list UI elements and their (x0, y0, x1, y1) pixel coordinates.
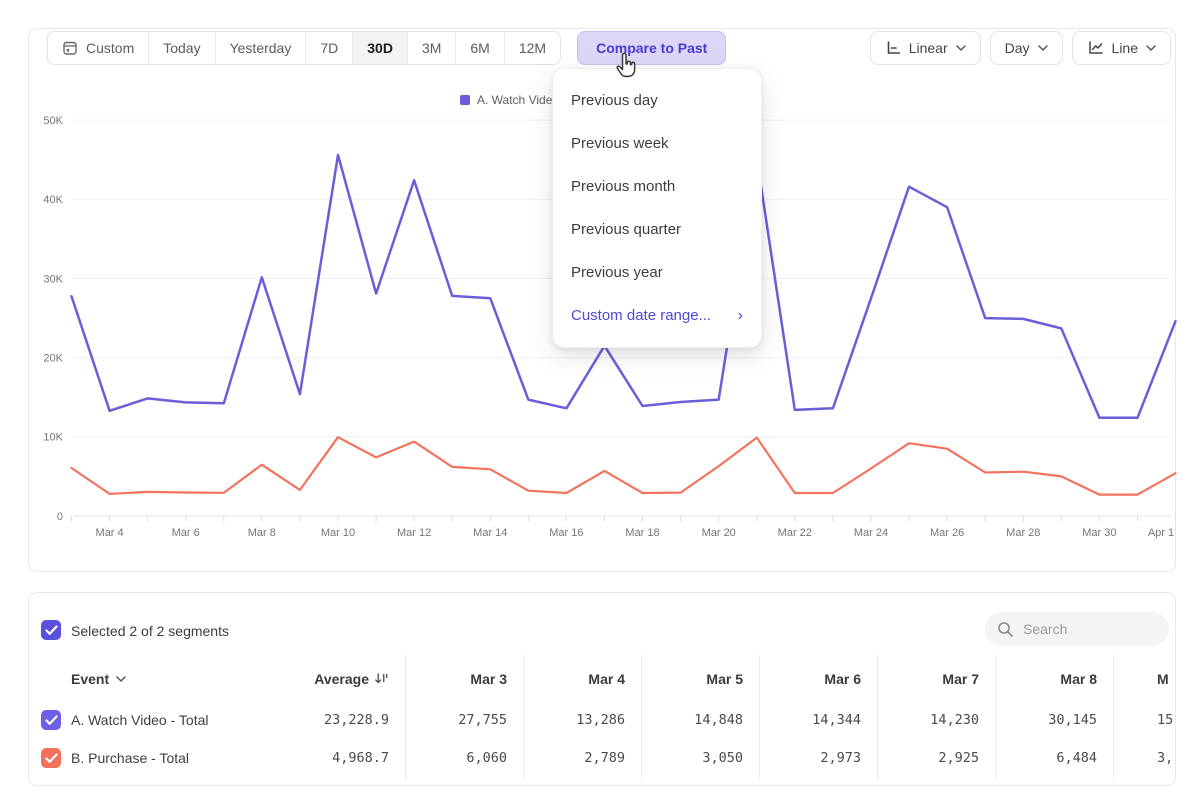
legend-swatch (460, 95, 470, 105)
svg-text:Mar 8: Mar 8 (248, 527, 276, 539)
select-all-checkbox[interactable] (41, 620, 61, 640)
cell-value: 6,484 (1056, 750, 1097, 766)
check-icon (45, 625, 58, 636)
average-column-header[interactable]: Average (314, 671, 389, 687)
cell-value: 27,755 (458, 712, 507, 728)
svg-text:40K: 40K (43, 194, 63, 206)
svg-text:0: 0 (57, 511, 63, 523)
column-separator (641, 655, 642, 781)
event-header-label: Event (71, 671, 109, 687)
svg-text:Mar 20: Mar 20 (702, 527, 736, 539)
segment-checkbox[interactable] (41, 710, 61, 730)
date-column-header[interactable]: Mar 6 (824, 671, 861, 687)
date-column-header[interactable]: Mar 3 (470, 671, 507, 687)
segment-name: B. Purchase - Total (71, 750, 189, 766)
menu-item-custom-date-range[interactable]: Custom date range... › (553, 294, 761, 337)
check-icon (45, 715, 58, 726)
svg-text:Mar 26: Mar 26 (930, 527, 964, 539)
menu-item-previous-month[interactable]: Previous month (553, 165, 761, 208)
check-icon (45, 753, 58, 764)
column-separator (759, 655, 760, 781)
clipped-cell-value: 3, (1157, 750, 1173, 766)
sort-descending-icon (374, 672, 389, 686)
menu-item-previous-day[interactable]: Previous day (553, 79, 761, 122)
average-value: 23,228.9 (324, 712, 389, 728)
svg-text:Apr 1: Apr 1 (1148, 527, 1174, 539)
date-column-header[interactable]: Mar 8 (1060, 671, 1097, 687)
cell-value: 14,230 (930, 712, 979, 728)
svg-text:Mar 18: Mar 18 (625, 527, 659, 539)
segments-table-card: Selected 2 of 2 segments Event Average Mar… (28, 592, 1176, 786)
cell-value: 2,789 (584, 750, 625, 766)
event-column-header[interactable]: Event (71, 671, 126, 687)
svg-text:Mar 12: Mar 12 (397, 527, 431, 539)
svg-text:50K: 50K (43, 115, 63, 127)
date-column-header[interactable]: Mar 7 (942, 671, 979, 687)
segment-name: A. Watch Video - Total (71, 712, 208, 728)
segments-header: Selected 2 of 2 segments (29, 593, 1175, 653)
svg-text:Mar 14: Mar 14 (473, 527, 507, 539)
column-separator (877, 655, 878, 781)
svg-text:Mar 16: Mar 16 (549, 527, 583, 539)
svg-text:30K: 30K (43, 273, 63, 285)
menu-item-previous-quarter[interactable]: Previous quarter (553, 208, 761, 251)
cell-value: 2,973 (820, 750, 861, 766)
chevron-right-icon: › (738, 308, 743, 324)
svg-text:Mar 28: Mar 28 (1006, 527, 1040, 539)
segment-checkbox[interactable] (41, 748, 61, 768)
cell-value: 14,344 (812, 712, 861, 728)
svg-text:10K: 10K (43, 432, 63, 444)
chevron-down-icon (116, 676, 126, 682)
clipped-cell-value: 15, (1157, 712, 1176, 728)
column-separator (1113, 655, 1114, 781)
svg-text:20K: 20K (43, 353, 63, 365)
column-separator (523, 655, 524, 781)
cell-value: 3,050 (702, 750, 743, 766)
cell-value: 30,145 (1048, 712, 1097, 728)
compare-to-past-menu: Previous dayPrevious weekPrevious monthP… (552, 68, 762, 348)
cell-value: 2,925 (938, 750, 979, 766)
search-icon (997, 621, 1014, 638)
cell-value: 13,286 (576, 712, 625, 728)
svg-text:Mar 30: Mar 30 (1082, 527, 1116, 539)
column-separator (995, 655, 996, 781)
column-separator (405, 655, 406, 781)
custom-date-range-label: Custom date range... (571, 307, 711, 324)
date-column-header[interactable]: Mar 4 (588, 671, 625, 687)
search-input[interactable] (1023, 621, 1143, 637)
cell-value: 14,848 (694, 712, 743, 728)
menu-item-previous-week[interactable]: Previous week (553, 122, 761, 165)
date-column-header[interactable]: Mar 5 (706, 671, 743, 687)
cell-value: 6,060 (466, 750, 507, 766)
svg-text:Mar 24: Mar 24 (854, 527, 888, 539)
search-box[interactable] (985, 612, 1169, 646)
average-header-label: Average (314, 671, 369, 687)
clipped-column-header: M (1157, 671, 1169, 687)
menu-item-previous-year[interactable]: Previous year (553, 251, 761, 294)
svg-text:Mar 6: Mar 6 (172, 527, 200, 539)
svg-text:Mar 22: Mar 22 (778, 527, 812, 539)
selected-segments-label: Selected 2 of 2 segments (71, 623, 229, 639)
svg-text:Mar 4: Mar 4 (96, 527, 124, 539)
svg-text:Mar 10: Mar 10 (321, 527, 355, 539)
average-value: 4,968.7 (332, 750, 389, 766)
